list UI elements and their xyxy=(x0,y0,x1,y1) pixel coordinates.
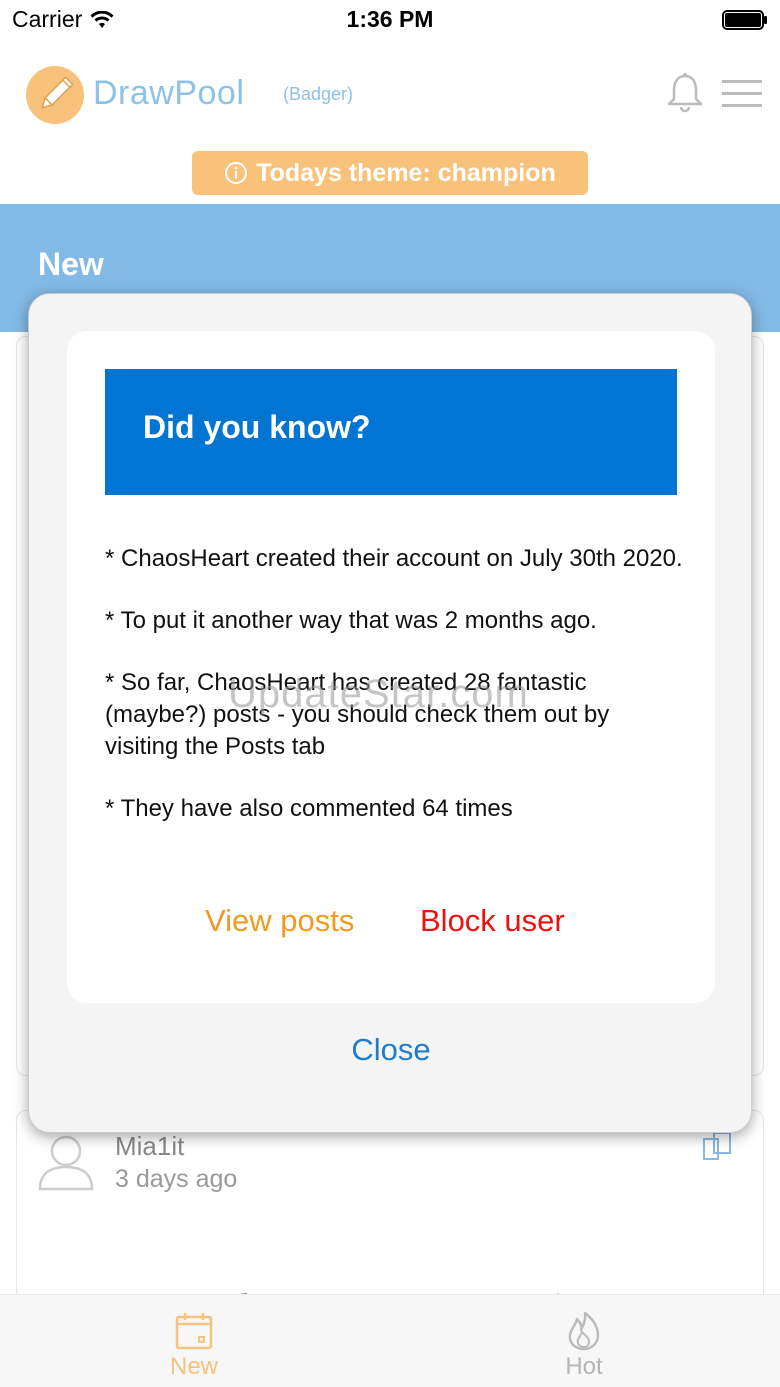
modal-title: Did you know? xyxy=(143,409,371,445)
calendar-icon xyxy=(175,1313,213,1350)
flame-icon xyxy=(568,1311,600,1351)
watermark: UpdateStar.com xyxy=(228,672,529,716)
section-title: New xyxy=(38,246,104,282)
tab-hot-label: Hot xyxy=(565,1353,603,1380)
hamburger-menu-icon[interactable] xyxy=(722,78,762,108)
view-posts-button[interactable]: View posts xyxy=(205,903,354,939)
info-icon xyxy=(225,162,248,184)
battery-icon xyxy=(722,10,767,30)
post-username[interactable]: Mia1it xyxy=(115,1131,184,1162)
username-label: (Badger) xyxy=(283,84,354,104)
clock: 1:36 PM xyxy=(346,6,434,32)
modal-content: Did you know? * ChaosHeart created their… xyxy=(67,331,715,1003)
fact-comment-count: * They have also commented 64 times xyxy=(105,795,513,822)
post-timestamp: 3 days ago xyxy=(115,1165,238,1193)
avatar[interactable] xyxy=(37,1131,95,1191)
modal-actions: View posts Block user xyxy=(67,903,715,943)
app-name: DrawPool xyxy=(93,74,245,112)
fact-account-age: * To put it another way that was 2 month… xyxy=(105,607,597,634)
tab-hot[interactable]: Hot xyxy=(504,1295,664,1387)
block-user-button[interactable]: Block user xyxy=(420,903,565,939)
app-header: DrawPool (Badger) xyxy=(0,40,780,160)
theme-badge[interactable]: Todays theme: champion xyxy=(192,151,588,195)
tab-new[interactable]: New xyxy=(114,1295,274,1387)
tab-new-label: New xyxy=(169,1353,218,1380)
pencil-logo-icon xyxy=(26,66,84,124)
status-bar: Carrier 1:36 PM xyxy=(0,0,780,40)
modal-banner: Did you know? xyxy=(105,369,677,495)
fact-account-created: * ChaosHeart created their account on Ju… xyxy=(105,545,683,572)
copy-icon[interactable] xyxy=(701,1131,733,1161)
theme-text: Todays theme: champion xyxy=(256,158,556,187)
tab-bar: New Hot xyxy=(0,1294,780,1387)
bell-icon[interactable] xyxy=(666,72,704,114)
close-button[interactable]: Close xyxy=(29,1032,753,1068)
